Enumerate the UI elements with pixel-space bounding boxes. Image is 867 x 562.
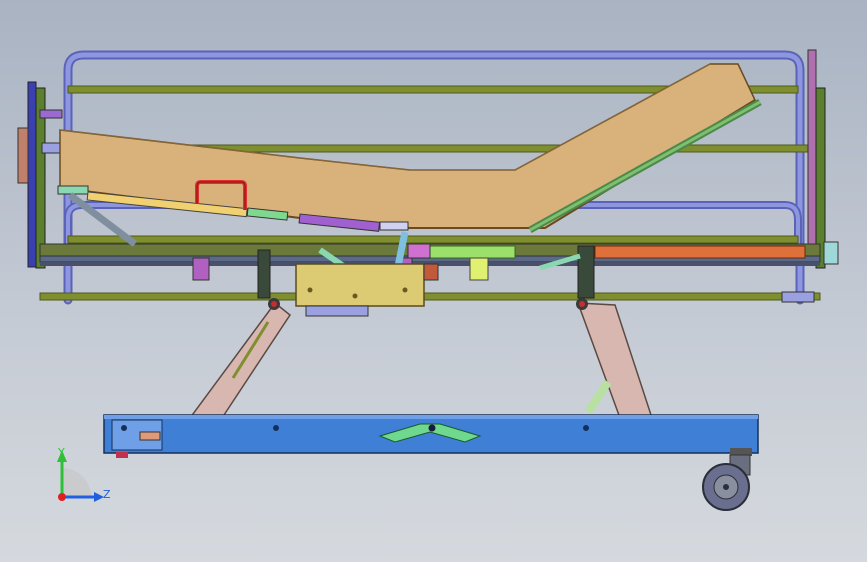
z-axis-label: Z: [103, 488, 111, 501]
triad-plane-icon: [62, 468, 91, 497]
base-frame[interactable]: [103, 414, 759, 458]
coordinate-triad[interactable]: Y Z: [57, 446, 111, 502]
y-axis-label: Y: [57, 446, 65, 459]
caster-wheel[interactable]: [702, 454, 751, 511]
cad-viewport[interactable]: Y Z: [0, 0, 867, 562]
scissor-lift[interactable]: [188, 298, 654, 419]
x-axis-dot-icon: [58, 493, 66, 501]
bed-model-drawing[interactable]: Y Z: [0, 0, 867, 562]
motor-housing[interactable]: [295, 263, 439, 317]
